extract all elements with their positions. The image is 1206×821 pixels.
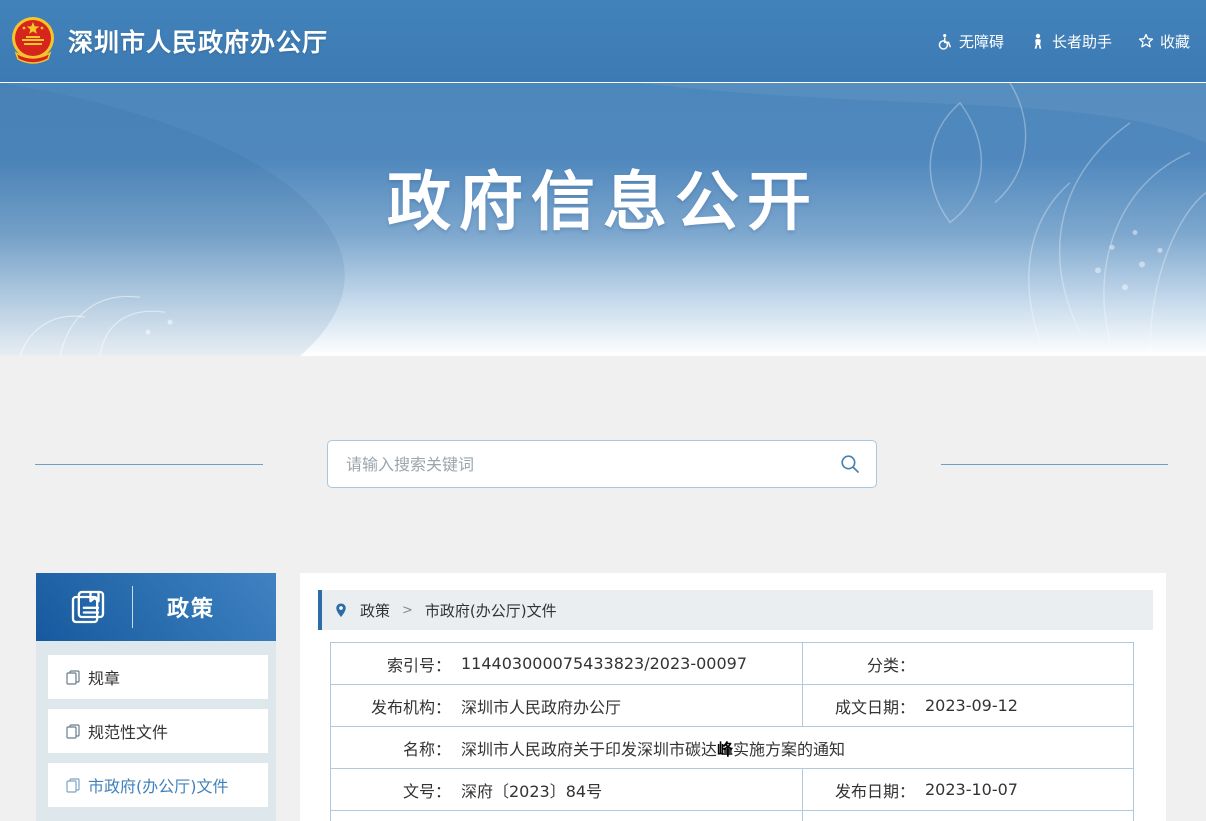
cell-category: 分类： — [803, 643, 1133, 684]
search-icon — [840, 454, 860, 474]
policy-sidebar: 政策 规章 规范性文件 — [36, 573, 276, 821]
national-emblem-icon — [10, 13, 56, 69]
sidebar-header: 政策 — [36, 573, 276, 641]
site-brand[interactable]: 深圳市人民政府办公厅 — [10, 13, 328, 69]
wheelchair-icon — [936, 33, 953, 50]
sidebar-title: 政策 — [167, 591, 215, 623]
cell-index-number: 索引号： 114403000075433823/2023-00097 — [331, 643, 803, 684]
top-utility-links: 无障碍 长者助手 收藏 — [936, 31, 1190, 52]
document-name-value: 深圳市人民政府关于印发深圳市碳达峰实施方案的通知 — [461, 736, 845, 760]
search-button[interactable] — [834, 454, 876, 474]
star-icon — [1138, 33, 1154, 49]
sidebar-item-municipal-government-documents[interactable]: 市政府(办公厅)文件 — [48, 763, 268, 807]
page-title: 政府信息公开 — [0, 151, 1206, 243]
sidebar-panel: 规章 规范性文件 市政府(办公厅)文件 — [36, 641, 276, 821]
table-row: 名称： 深圳市人民政府关于印发深圳市碳达峰实施方案的通知 — [331, 727, 1133, 769]
document-icon — [66, 778, 80, 793]
breadcrumb-item-policy[interactable]: 政策 — [360, 600, 390, 621]
search-box — [327, 440, 877, 488]
decorative-line-right — [941, 464, 1168, 465]
accessibility-link[interactable]: 无障碍 — [936, 31, 1004, 52]
table-row: 文号： 深府〔2023〕84号 发布日期： 2023-10-07 — [331, 769, 1133, 811]
cell-publish-date: 发布日期： 2023-10-07 — [803, 769, 1133, 810]
favorite-link[interactable]: 收藏 — [1138, 31, 1190, 52]
search-highlighted-char: 峰 — [717, 740, 733, 759]
breadcrumb-separator: > — [402, 603, 413, 618]
table-row: 发布机构： 深圳市人民政府办公厅 成文日期： 2023-09-12 — [331, 685, 1133, 727]
top-header-bar: 深圳市人民政府办公厅 无障碍 长者助手 — [0, 0, 1206, 82]
search-input[interactable] — [328, 441, 834, 487]
elder-icon — [1030, 33, 1046, 49]
cell-document-number: 文号： 深府〔2023〕84号 — [331, 769, 803, 810]
document-icon — [66, 724, 80, 739]
document-detail-card: 政策 > 市政府(办公厅)文件 索引号： 114403000075433823/… — [300, 573, 1166, 821]
table-row-partial — [331, 811, 1133, 821]
book-icon — [68, 587, 108, 627]
banner: 政府信息公开 — [0, 82, 1206, 356]
sidebar-item-normative-documents[interactable]: 规范性文件 — [48, 709, 268, 753]
document-icon — [66, 670, 80, 685]
cell-issuing-organization: 发布机构： 深圳市人民政府办公厅 — [331, 685, 803, 726]
sidebar-header-divider — [132, 586, 133, 628]
site-title: 深圳市人民政府办公厅 — [68, 23, 328, 59]
document-info-table: 索引号： 114403000075433823/2023-00097 分类： 发… — [330, 642, 1134, 821]
cell-document-name: 名称： 深圳市人民政府关于印发深圳市碳达峰实施方案的通知 — [331, 727, 1133, 768]
sidebar-item-regulations[interactable]: 规章 — [48, 655, 268, 699]
breadcrumb: 政策 > 市政府(办公厅)文件 — [318, 590, 1153, 630]
elder-helper-link[interactable]: 长者助手 — [1030, 31, 1112, 52]
breadcrumb-item-current[interactable]: 市政府(办公厅)文件 — [425, 600, 557, 621]
location-pin-icon — [334, 602, 348, 619]
cell-written-date: 成文日期： 2023-09-12 — [803, 685, 1133, 726]
content-area: 政策 规章 规范性文件 — [0, 356, 1206, 821]
decorative-line-left — [35, 464, 263, 465]
table-row: 索引号： 114403000075433823/2023-00097 分类： — [331, 643, 1133, 685]
